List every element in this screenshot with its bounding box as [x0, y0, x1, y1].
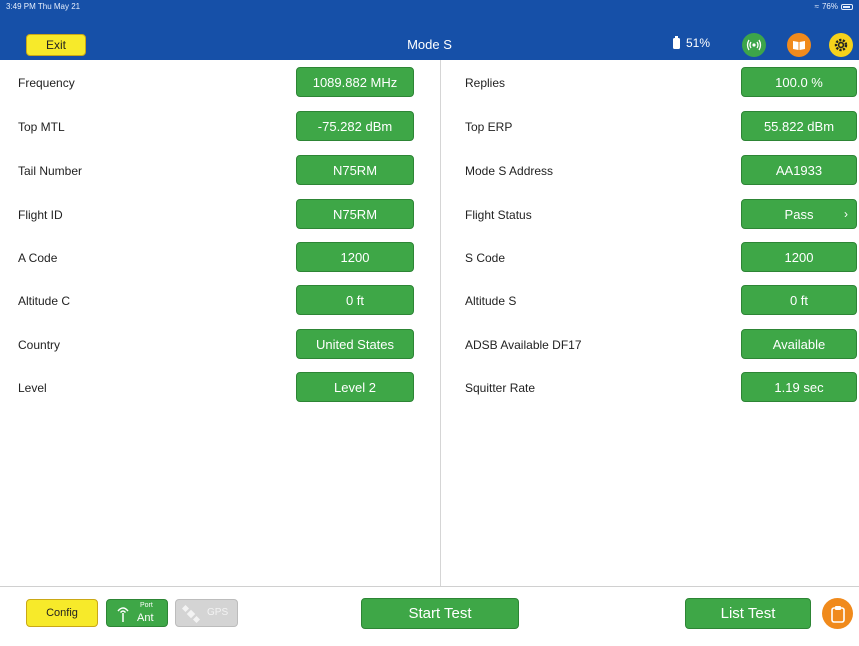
replies-label: Replies [465, 76, 506, 90]
antenna-icon [117, 607, 129, 622]
level-label: Level [18, 381, 47, 395]
s-code-label: S Code [465, 251, 506, 265]
flight-id-value[interactable]: N75RM [296, 199, 414, 229]
altitude-s-value[interactable]: 0 ft [741, 285, 857, 315]
wifi-icon: ≈ [814, 2, 819, 11]
status-indicators: ≈ 76% [815, 2, 853, 11]
device-battery-icon [841, 3, 853, 10]
gps-label: GPS [207, 607, 229, 618]
top-erp-label: Top ERP [465, 120, 513, 134]
country-value[interactable]: United States [296, 329, 414, 359]
frequency-value[interactable]: 1089.882 MHz [296, 67, 414, 97]
top-erp-value[interactable]: 55.822 dBm [741, 111, 857, 141]
gear-icon [834, 38, 848, 52]
clipboard-icon [830, 605, 845, 623]
port-label: Port [140, 602, 153, 609]
top-mtl-label: Top MTL [18, 120, 65, 134]
replies-value[interactable]: 100.0 % [741, 67, 857, 97]
a-code-value[interactable]: 1200 [296, 242, 414, 272]
column-divider [440, 60, 441, 586]
squitter-rate-label: Squitter Rate [465, 381, 536, 395]
frequency-label: Frequency [18, 76, 75, 90]
chevron-right-icon: › [844, 207, 848, 221]
antenna-icon [746, 39, 762, 51]
top-mtl-value[interactable]: -75.282 dBm [296, 111, 414, 141]
mode-s-address-value[interactable]: AA1933 [741, 155, 857, 185]
flight-id-label: Flight ID [18, 208, 63, 222]
tail-number-label: Tail Number [18, 164, 83, 178]
a-code-label: A Code [18, 251, 58, 265]
level-value[interactable]: Level 2 [296, 372, 414, 402]
altitude-s-label: Altitude S [465, 294, 517, 308]
s-code-value[interactable]: 1200 [741, 242, 857, 272]
report-button[interactable] [822, 598, 853, 629]
flight-status-button[interactable]: Pass › [741, 199, 857, 229]
status-time: 3:49 PM Thu May 21 [6, 2, 81, 11]
port-antenna-button[interactable]: Port Ant [106, 599, 168, 627]
antenna-label: Ant [137, 612, 154, 624]
antenna-button[interactable] [742, 33, 766, 57]
manual-button[interactable] [787, 33, 811, 57]
altitude-c-value[interactable]: 0 ft [296, 285, 414, 315]
flight-status-label: Flight Status [465, 208, 532, 222]
page-title: Mode S [407, 37, 452, 52]
measurement-panel: Frequency 1089.882 MHz Top MTL -75.282 d… [0, 60, 859, 586]
adsb-available-value[interactable]: Available [741, 329, 857, 359]
book-icon [793, 40, 805, 50]
list-test-button[interactable]: List Test [685, 598, 811, 629]
battery-percent: 51% [686, 36, 711, 50]
mode-s-address-label: Mode S Address [465, 164, 554, 178]
instrument-battery: 51% [673, 35, 711, 50]
squitter-rate-value[interactable]: 1.19 sec [741, 372, 857, 402]
flight-status-value: Pass [784, 206, 814, 222]
tail-number-value[interactable]: N75RM [296, 155, 414, 185]
adsb-available-label: ADSB Available DF17 [465, 338, 582, 352]
config-button[interactable]: Config [26, 599, 98, 627]
altitude-c-label: Altitude C [18, 294, 71, 308]
start-test-button[interactable]: Start Test [361, 598, 519, 629]
gps-button[interactable]: GPS [175, 599, 238, 627]
header-bar: 3:49 PM Thu May 21 ≈ 76% Exit Mode S 51% [0, 0, 859, 60]
battery-icon [673, 35, 680, 49]
device-battery-percent: 76% [821, 2, 838, 11]
bottom-divider [0, 586, 859, 587]
satellite-icon [182, 605, 200, 623]
country-label: Country [18, 338, 61, 352]
settings-button[interactable] [829, 33, 853, 57]
